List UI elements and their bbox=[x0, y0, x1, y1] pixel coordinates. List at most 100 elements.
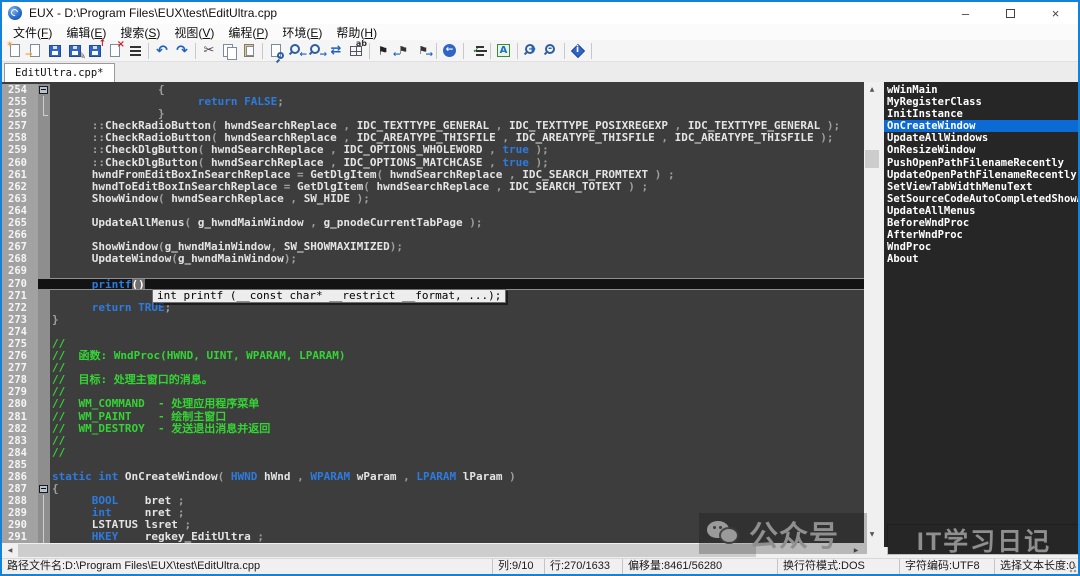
code-line-body[interactable]: BOOL bret ; bbox=[38, 495, 864, 507]
code-line-body[interactable]: // 函数: WndProc(HWND, UINT, WPARAM, LPARA… bbox=[38, 350, 864, 362]
code-line-body[interactable]: // WM_PAINT - 绘制主窗口 bbox=[38, 411, 864, 423]
menu-item-f[interactable]: 文件(F) bbox=[6, 24, 59, 41]
code-line-body[interactable]: static int OnCreateWindow( HWND hWnd , W… bbox=[38, 471, 864, 483]
code-line-body[interactable]: // WM_DESTROY - 发送退出消息并返回 bbox=[38, 423, 864, 435]
code-line-body[interactable]: // bbox=[38, 447, 864, 459]
code-line-280[interactable]: 280// WM_COMMAND - 处理应用程序菜单 bbox=[2, 398, 864, 410]
menu-item-p[interactable]: 编程(P) bbox=[221, 24, 275, 41]
menu-item-h[interactable]: 帮助(H) bbox=[329, 24, 384, 41]
code-line-257[interactable]: 257 ::CheckRadioButton( hwndSearchReplac… bbox=[2, 120, 864, 132]
code-line-body[interactable]: UpdateAllMenus( g_hwndMainWindow , g_pno… bbox=[38, 217, 864, 229]
code-line-body[interactable] bbox=[38, 265, 864, 277]
code-line-body[interactable]: return FALSE; bbox=[38, 96, 864, 108]
code-line-body[interactable]: // bbox=[38, 338, 864, 350]
code-line-261[interactable]: 261 hwndFromEditBoxInSearchReplace = Get… bbox=[2, 169, 864, 181]
find-icon[interactable] bbox=[266, 42, 286, 60]
close-file-icon[interactable]: × bbox=[105, 42, 125, 60]
zoom-out-icon[interactable]: - bbox=[541, 42, 561, 60]
open-file-icon[interactable]: → bbox=[25, 42, 45, 60]
code-line-body[interactable]: } bbox=[38, 314, 864, 326]
tab-editultra-cpp[interactable]: EditUltra.cpp* bbox=[4, 63, 115, 82]
save-icon[interactable] bbox=[45, 42, 65, 60]
code-line-body[interactable] bbox=[38, 459, 864, 471]
code-line-260[interactable]: 260 ::CheckDlgButton( hwndSearchReplace … bbox=[2, 157, 864, 169]
code-line-277[interactable]: 277// bbox=[2, 362, 864, 374]
code-line-268[interactable]: 268 UpdateWindow(g_hwndMainWindow); bbox=[2, 253, 864, 265]
function-list-item[interactable]: OnResizeWindow bbox=[884, 144, 1078, 156]
undo-icon[interactable]: ↶ bbox=[152, 42, 172, 60]
code-line-272[interactable]: 272 return TRUE; bbox=[2, 302, 864, 314]
cut-icon[interactable]: ✂ bbox=[199, 42, 219, 60]
code-line-body[interactable] bbox=[38, 229, 864, 241]
code-line-286[interactable]: 286static int OnCreateWindow( HWND hWnd … bbox=[2, 471, 864, 483]
vertical-scroll-thumb[interactable] bbox=[865, 150, 879, 168]
new-file-icon[interactable]: ✶ bbox=[5, 42, 25, 60]
code-line-259[interactable]: 259 ::CheckDlgButton( hwndSearchReplace … bbox=[2, 144, 864, 156]
code-line-body[interactable]: return TRUE; bbox=[38, 302, 864, 314]
code-editor[interactable]: 254 {255 return FALSE;256 }257 ::CheckRa… bbox=[2, 82, 864, 543]
code-line-body[interactable]: hwndToEditBoxInSearchReplace = GetDlgIte… bbox=[38, 181, 864, 193]
save-as-icon[interactable]: ✎ bbox=[65, 42, 85, 60]
code-line-262[interactable]: 262 hwndToEditBoxInSearchReplace = GetDl… bbox=[2, 181, 864, 193]
minimize-button[interactable]: – bbox=[943, 2, 988, 24]
function-list-item[interactable]: MyRegisterClass bbox=[884, 96, 1078, 108]
code-line-body[interactable]: // bbox=[38, 435, 864, 447]
function-list-item[interactable]: OnCreateWindow bbox=[884, 120, 1078, 132]
paste-icon[interactable] bbox=[239, 42, 259, 60]
code-line-273[interactable]: 273} bbox=[2, 314, 864, 326]
function-list-item[interactable]: wWinMain bbox=[884, 84, 1078, 96]
code-line-274[interactable]: 274 bbox=[2, 326, 864, 338]
menu-item-s[interactable]: 搜索(S) bbox=[113, 24, 167, 41]
code-line-275[interactable]: 275// bbox=[2, 338, 864, 350]
code-line-263[interactable]: 263 ShowWindow( hwndSearchReplace , SW_H… bbox=[2, 193, 864, 205]
vertical-scrollbar[interactable]: ▲ ▼ bbox=[864, 82, 880, 543]
code-line-264[interactable]: 264 bbox=[2, 205, 864, 217]
maximize-button[interactable] bbox=[988, 2, 1033, 24]
fold-toggle-icon[interactable] bbox=[39, 485, 48, 493]
code-line-288[interactable]: 288 BOOL bret ; bbox=[2, 495, 864, 507]
code-line-282[interactable]: 282// WM_DESTROY - 发送退出消息并返回 bbox=[2, 423, 864, 435]
function-list-item[interactable]: UpdateAllWindows bbox=[884, 132, 1078, 144]
function-list-item[interactable]: PushOpenPathFilenameRecently bbox=[884, 157, 1078, 169]
code-line-276[interactable]: 276// 函数: WndProc(HWND, UINT, WPARAM, LP… bbox=[2, 350, 864, 362]
code-line-281[interactable]: 281// WM_PAINT - 绘制主窗口 bbox=[2, 411, 864, 423]
function-list-item[interactable]: SetViewTabWidthMenuText bbox=[884, 181, 1078, 193]
function-list-item[interactable]: SetSourceCodeAutoCompletedShowAt bbox=[884, 193, 1078, 205]
bookmark-prev-icon[interactable]: ⚑← bbox=[393, 42, 413, 60]
code-line-270[interactable]: 270 printf() bbox=[2, 278, 864, 290]
resize-grip[interactable] bbox=[1067, 563, 1077, 573]
close-button[interactable]: × bbox=[1033, 2, 1078, 24]
code-line-body[interactable]: ::CheckRadioButton( hwndSearchReplace , … bbox=[38, 120, 864, 132]
code-line-278[interactable]: 278// 目标: 处理主窗口的消息。 bbox=[2, 374, 864, 386]
replace-icon[interactable]: ⇄ bbox=[326, 42, 346, 60]
code-line-body[interactable]: ShowWindow( hwndSearchReplace , SW_HIDE … bbox=[38, 193, 864, 205]
code-line-body[interactable]: { bbox=[38, 483, 864, 495]
function-list-item[interactable]: UpdateOpenPathFilenameRecently bbox=[884, 169, 1078, 181]
code-line-265[interactable]: 265 UpdateAllMenus( g_hwndMainWindow , g… bbox=[2, 217, 864, 229]
code-line-body[interactable]: ShowWindow(g_hwndMainWindow, SW_SHOWMAXI… bbox=[38, 241, 864, 253]
horizontal-scroll-thumb[interactable] bbox=[18, 544, 756, 557]
code-line-254[interactable]: 254 { bbox=[2, 84, 864, 96]
code-line-body[interactable]: // bbox=[38, 362, 864, 374]
code-line-279[interactable]: 279// bbox=[2, 386, 864, 398]
navigate-back-icon[interactable]: ← bbox=[440, 42, 460, 60]
function-list-item[interactable]: InitInstance bbox=[884, 108, 1078, 120]
code-line-267[interactable]: 267 ShowWindow(g_hwndMainWindow, SW_SHOW… bbox=[2, 241, 864, 253]
scroll-left-icon[interactable]: ◀ bbox=[2, 543, 18, 558]
about-icon[interactable]: i bbox=[568, 42, 588, 60]
code-line-287[interactable]: 287{ bbox=[2, 483, 864, 495]
code-line-255[interactable]: 255 return FALSE; bbox=[2, 96, 864, 108]
function-list-item[interactable]: AfterWndProc bbox=[884, 229, 1078, 241]
code-line-258[interactable]: 258 ::CheckRadioButton( hwndSearchReplac… bbox=[2, 132, 864, 144]
code-line-body[interactable]: // 目标: 处理主窗口的消息。 bbox=[38, 374, 864, 386]
function-list-item[interactable]: UpdateAllMenus bbox=[884, 205, 1078, 217]
code-line-body[interactable]: UpdateWindow(g_hwndMainWindow); bbox=[38, 253, 864, 265]
code-line-body[interactable]: // bbox=[38, 386, 864, 398]
code-line-body[interactable]: ::CheckRadioButton( hwndSearchReplace , … bbox=[38, 132, 864, 144]
code-line-body[interactable]: hwndFromEditBoxInSearchReplace = GetDlgI… bbox=[38, 169, 864, 181]
menu-item-v[interactable]: 视图(V) bbox=[167, 24, 221, 41]
find-prev-icon[interactable]: ← bbox=[286, 42, 306, 60]
syntax-highlight-icon[interactable]: A bbox=[494, 42, 514, 60]
fold-margin[interactable] bbox=[38, 84, 50, 96]
bookmark-next-icon[interactable]: ⚑→ bbox=[413, 42, 433, 60]
